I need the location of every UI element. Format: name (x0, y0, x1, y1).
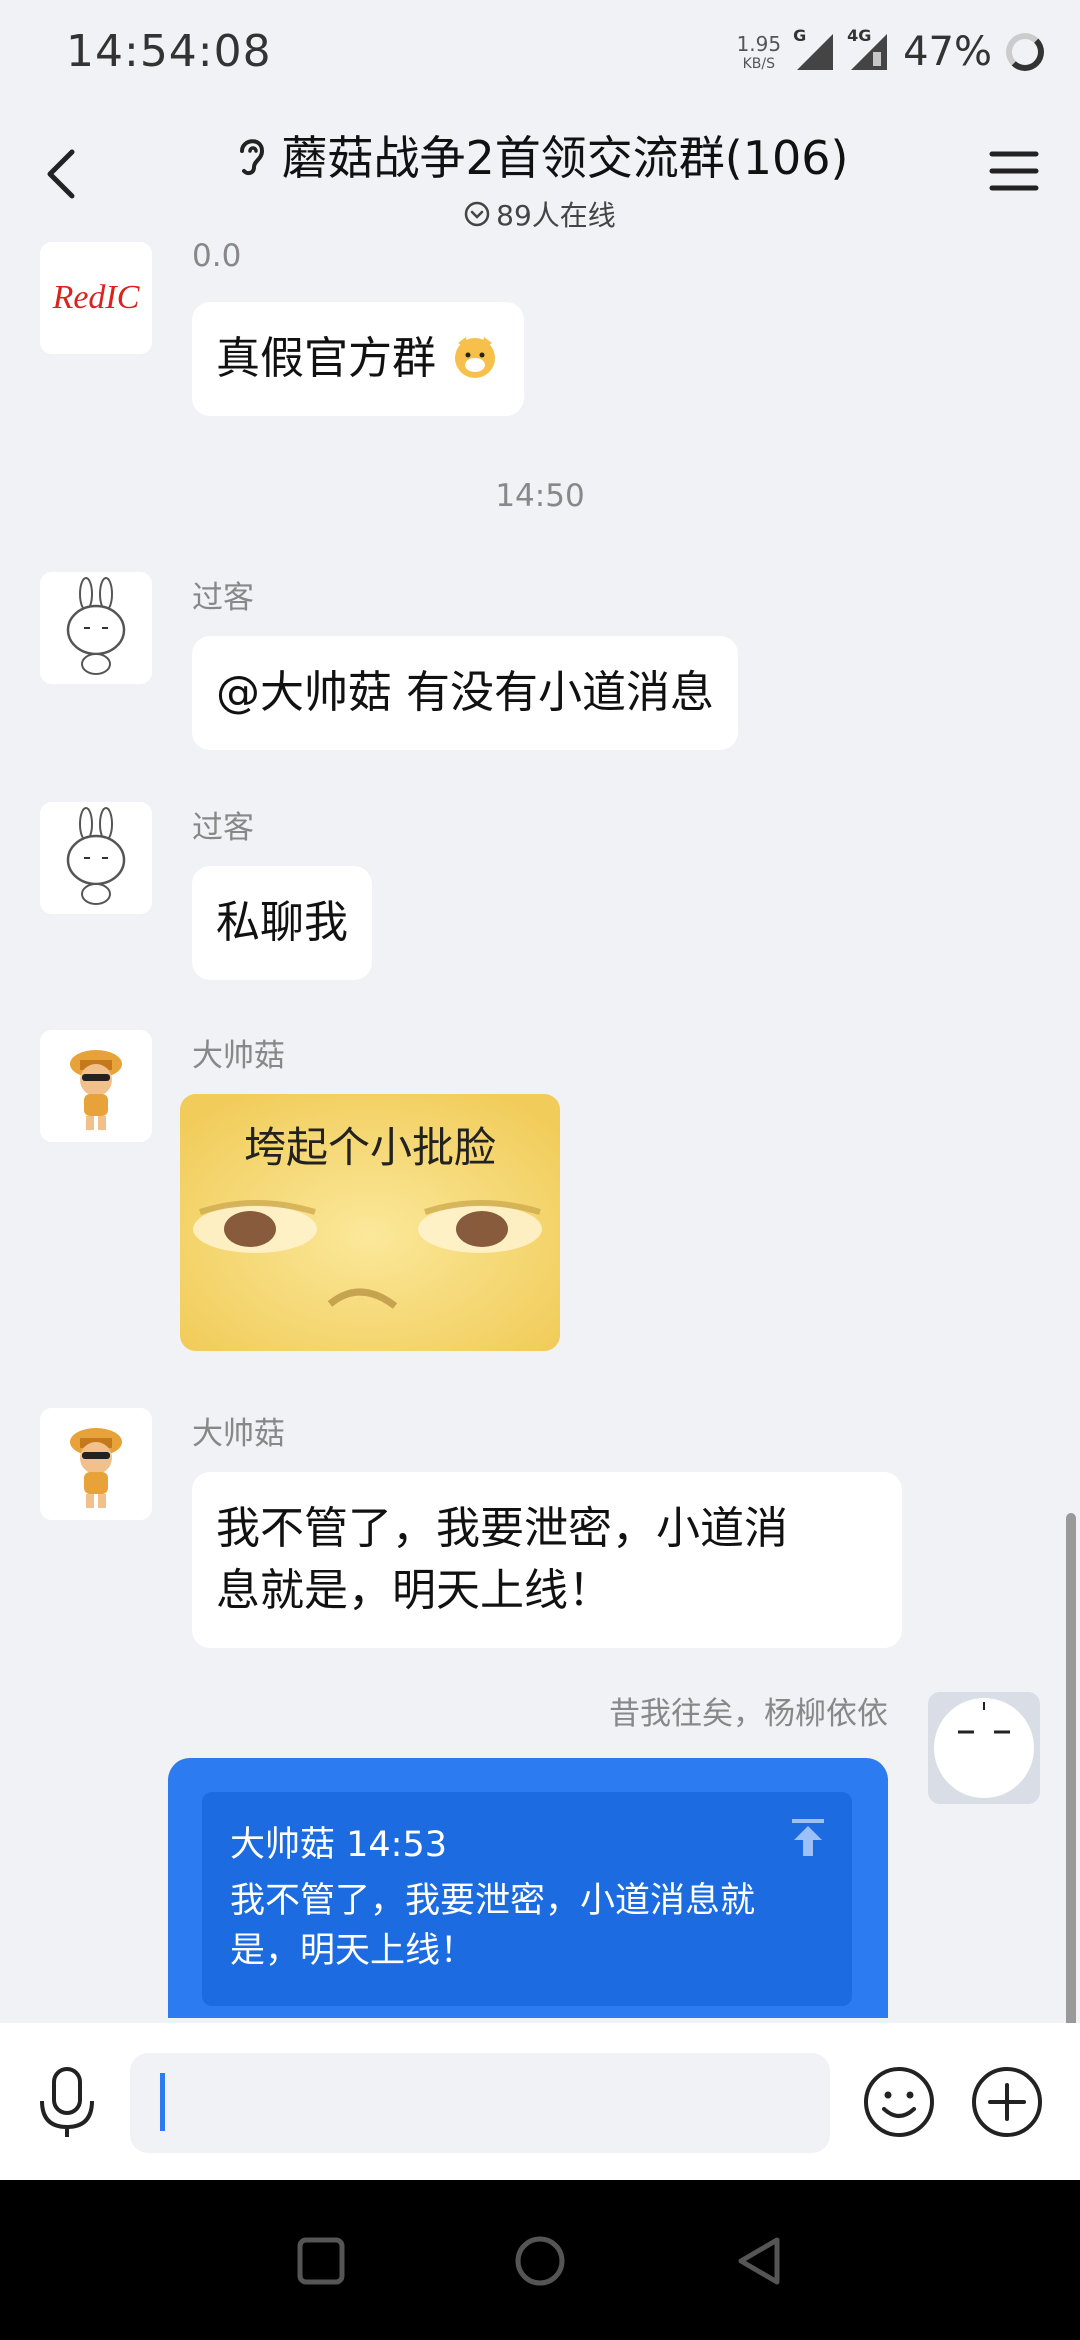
redic-logo-avatar: RedIC (40, 242, 152, 354)
message-text: 私聊我 (216, 897, 348, 948)
svg-text:RedIC: RedIC (52, 279, 140, 316)
rabbit-avatar (40, 802, 152, 914)
net-speed-unit: KB/S (742, 55, 776, 72)
self-message-bubble[interactable]: 大帅菇 14:53 我不管了，我要泄密，小道消息就是，明天上线！ (168, 1758, 888, 2018)
triangle-back-icon (738, 2237, 780, 2285)
circle-icon (515, 2236, 565, 2286)
square-icon (297, 2237, 345, 2285)
battery-percent: 47% (903, 29, 992, 75)
battery-icon (1006, 33, 1044, 71)
chat-header: 蘑菇战争2首领交流群(106) 89人在线 (0, 104, 1080, 238)
message-text-line-2: 息就是，明天上线！ (216, 1565, 612, 1616)
signal-icon-2: 4G (847, 26, 889, 72)
avatar[interactable] (40, 1408, 152, 1520)
mushroom-character-avatar (40, 1030, 152, 1142)
quoted-reply[interactable]: 大帅菇 14:53 我不管了，我要泄密，小道消息就是，明天上线！ (202, 1792, 852, 2006)
network-speed: 1.95 KB/S (737, 34, 782, 71)
voice-button[interactable] (34, 2065, 100, 2141)
quote-header: 大帅菇 14:53 (230, 1825, 447, 1865)
self-name: 昔我往矣，杨柳依依 (609, 1696, 888, 1732)
jump-to-top-icon[interactable] (790, 1818, 826, 1858)
cat-emoji-icon (455, 337, 495, 378)
back-nav-button[interactable] (725, 2226, 795, 2296)
menu-button[interactable] (988, 146, 1040, 196)
message-list[interactable]: RedIC 0.0 真假官方群 14:50 过客 @大帅菇 有没有小道消息 过客… (0, 238, 1080, 2023)
status-time: 14:54:08 (66, 26, 272, 77)
system-nav-bar (0, 2180, 1080, 2340)
more-button[interactable] (970, 2065, 1044, 2139)
signal-icon-1: G (793, 26, 835, 72)
self-avatar[interactable] (928, 1692, 1040, 1804)
message-text: @大帅菇 有没有小道消息 (216, 667, 714, 718)
avatar[interactable] (40, 572, 152, 684)
sender-name: 大帅菇 (192, 1038, 285, 1074)
sender-name: 过客 (192, 580, 254, 616)
net-speed-value: 1.95 (736, 31, 782, 56)
sticker-image[interactable]: 垮起个小批脸 (180, 1094, 560, 1351)
plus-circle-icon (972, 2067, 1042, 2137)
chevron-down-circle-icon (464, 201, 490, 227)
ear-mode-icon (239, 139, 264, 176)
microphone-icon (40, 2067, 94, 2137)
signal1-label: G (793, 26, 807, 45)
status-bar: 14:54:08 1.95 KB/S G 4G 47% (0, 0, 1080, 104)
smiley-icon (864, 2067, 934, 2137)
group-title: 蘑菇战争2首领交流群(106) (281, 131, 849, 185)
online-status: 89人在线 (464, 194, 616, 234)
menu-icon (989, 151, 1039, 191)
avatar[interactable] (40, 802, 152, 914)
rabbit-avatar (40, 572, 152, 684)
time-separator: 14:50 (495, 478, 585, 514)
quote-body: 我不管了，我要泄密，小道消息就是，明天上线！ (230, 1881, 756, 1971)
sticker-caption: 垮起个小批脸 (243, 1123, 496, 1172)
chat-screen: 14:54:08 1.95 KB/S G 4G 47% 蘑菇战争2首领交流群(1… (0, 0, 1080, 2340)
message-bubble[interactable]: 我不管了，我要泄密，小道消 息就是，明天上线！ (192, 1472, 902, 1648)
scrollbar[interactable] (1066, 1513, 1076, 2023)
signal2-label: 4G (847, 26, 872, 45)
status-indicators: 1.95 KB/S G 4G 47% (737, 26, 1044, 76)
title-area[interactable]: 蘑菇战争2首领交流群(106) 89人在线 (0, 122, 1080, 234)
mushroom-character-avatar (40, 1408, 152, 1520)
message-text-line-1: 我不管了，我要泄密，小道消 (216, 1503, 788, 1554)
sender-name: 0.0 (192, 238, 242, 274)
message-bubble[interactable]: 真假官方群 (192, 302, 524, 416)
input-bar (0, 2023, 1080, 2180)
recents-button[interactable] (286, 2226, 356, 2296)
message-input[interactable] (130, 2053, 830, 2153)
home-button[interactable] (505, 2226, 575, 2296)
sender-name: 过客 (192, 810, 254, 846)
message-text: 真假官方群 (216, 333, 436, 384)
avatar[interactable]: RedIC (40, 242, 152, 354)
message-bubble[interactable]: 私聊我 (192, 866, 372, 980)
avatar[interactable] (40, 1030, 152, 1142)
text-caret (160, 2073, 165, 2131)
emoji-button[interactable] (862, 2065, 936, 2139)
online-count: 89人在线 (496, 199, 616, 232)
sender-name: 大帅菇 (192, 1416, 285, 1452)
round-face-avatar (928, 1692, 1040, 1804)
message-bubble[interactable]: @大帅菇 有没有小道消息 (192, 636, 738, 750)
